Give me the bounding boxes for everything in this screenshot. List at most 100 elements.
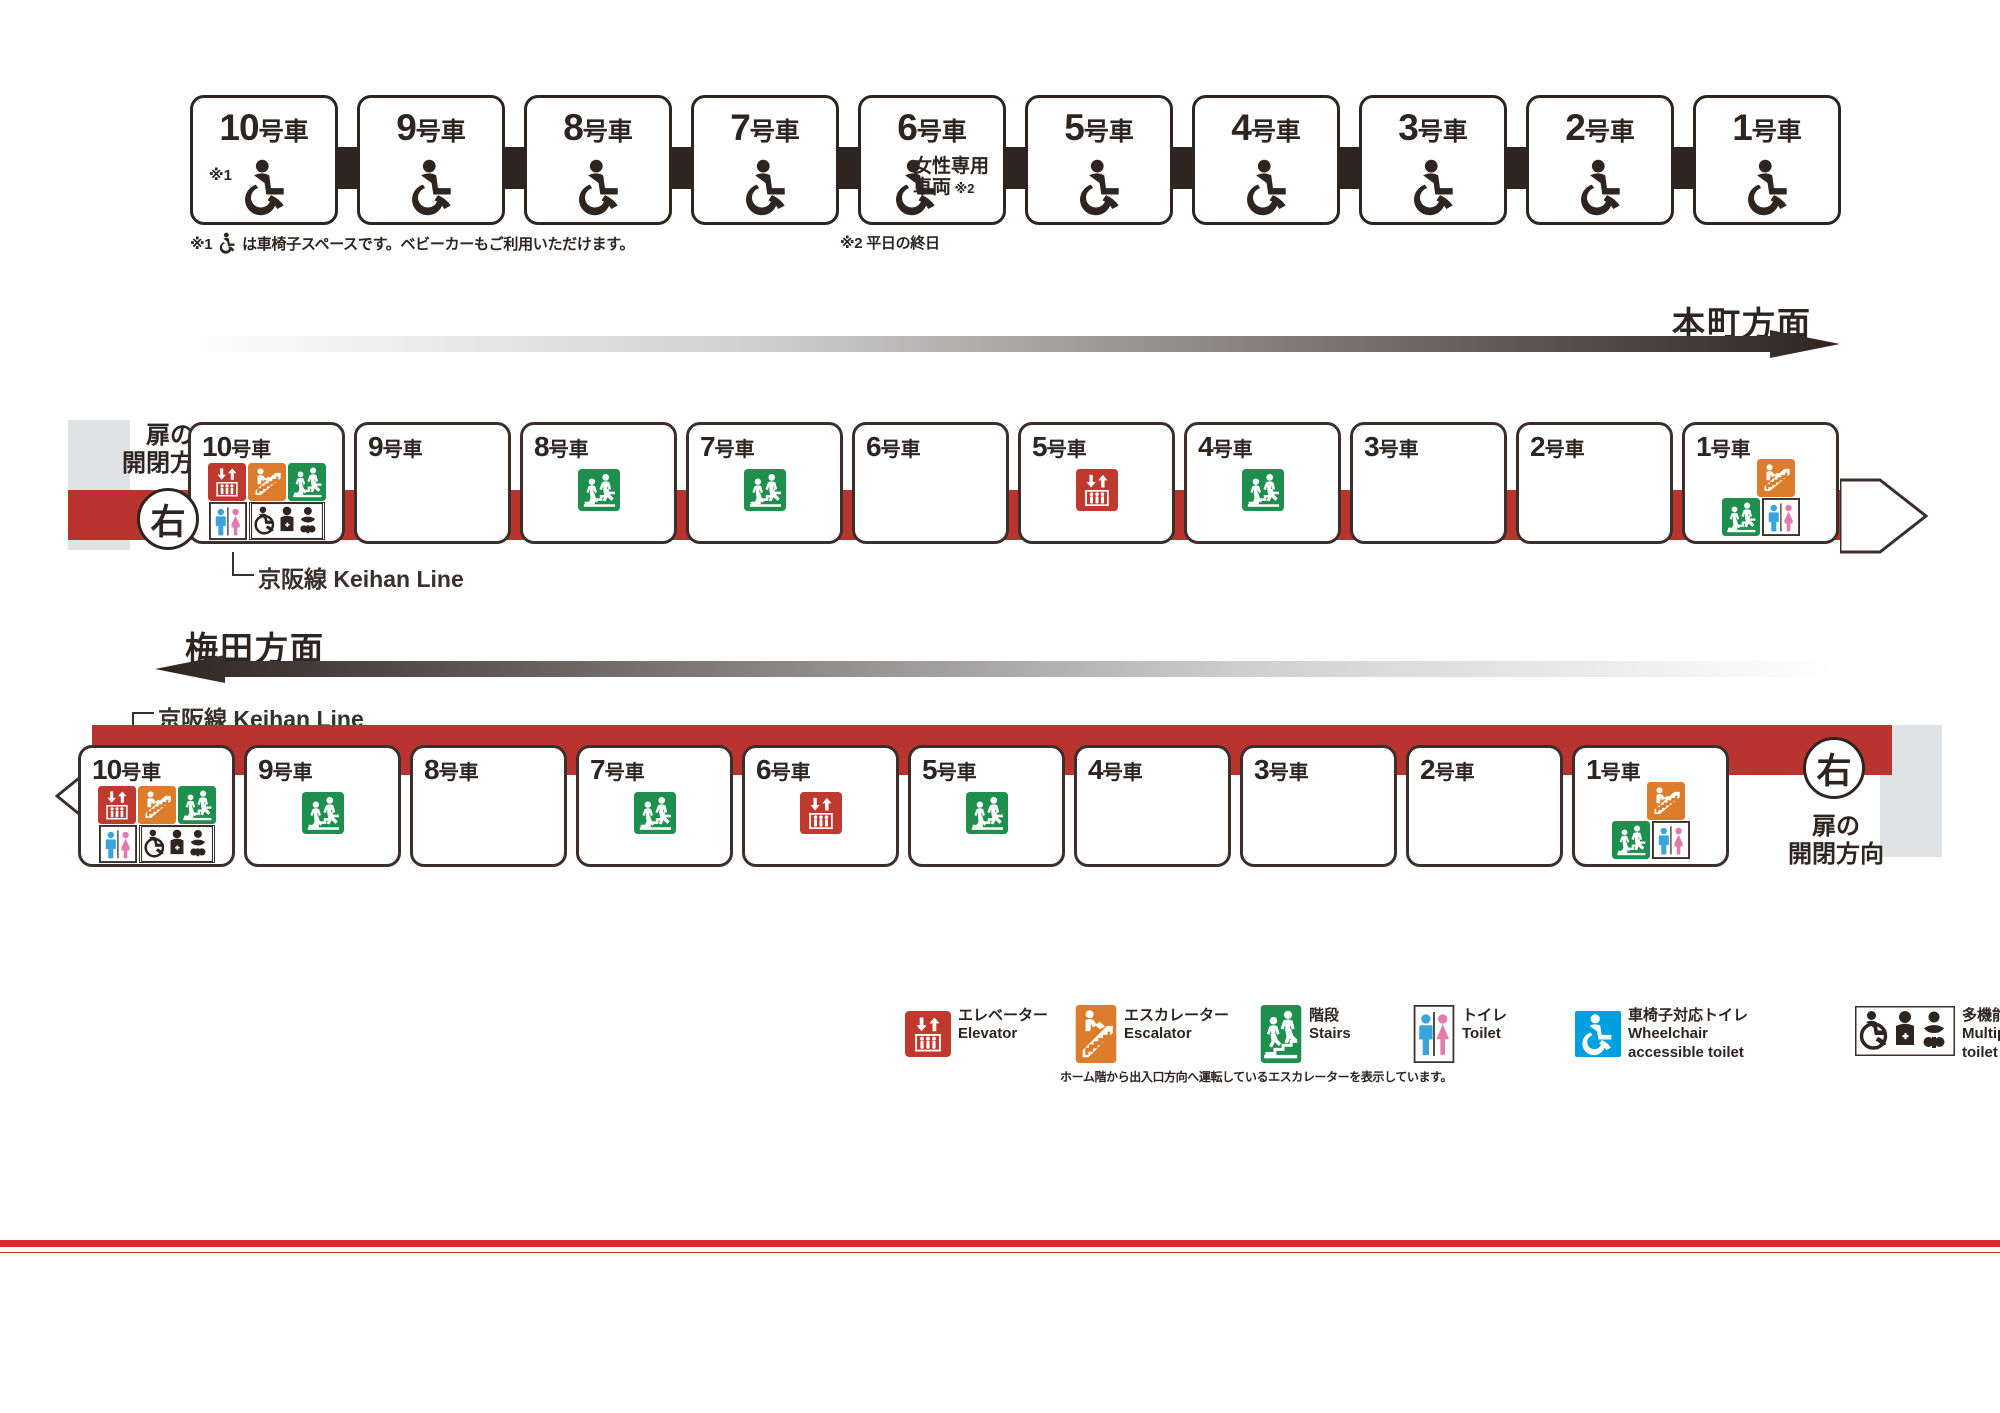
legend-item-stairs: 階段 Stairs: [1260, 1005, 1351, 1063]
wheelchair-space-icon: [1738, 158, 1796, 216]
consist-car-number: 9号車: [396, 107, 466, 148]
platform-lower-car-3: 3号車: [1240, 745, 1397, 867]
footnote-1-mark: ※1: [190, 236, 213, 253]
facility-icons: [302, 792, 344, 834]
platform-upper-car-1: 1号車: [1682, 422, 1839, 544]
platform-car-number: 10号車: [92, 754, 162, 785]
divider-red-top: [0, 1240, 2000, 1247]
platform-upper-honmachi: 扉の 開閉方向 右 10号車 9号車 8号車 7号車 6号車 5号車 4号車 3号車 2号車 1号…: [0, 420, 2000, 560]
legend-item-toilet: トイレ Toilet: [1413, 1005, 1507, 1063]
footnote-wheelchair-space: ※1 は車椅子スペースです。ベビーカーもご利用いただけます。: [190, 232, 634, 254]
platform-car-number: 2号車: [1420, 754, 1475, 785]
consist-car-number: 5号車: [1064, 107, 1134, 148]
station-banner: Osaka Metro 乗降位置案内図 よどやばしえき 淀 屋 橋 駅 YODO…: [0, 1253, 2000, 1413]
wheelchair-space-icon: [1070, 158, 1128, 216]
consist-car-3: 3号車: [1359, 95, 1507, 225]
platform-car-number: 9号車: [368, 431, 423, 462]
wheelchair-space-icon: [235, 158, 293, 216]
platform-car-number: 4号車: [1198, 431, 1253, 462]
escalator-direction-note: ホーム階から出入口方向へ運転しているエスカレーターを表示しています。: [1060, 1070, 1453, 1084]
platform-lower-car-7: 7号車: [576, 745, 733, 867]
platform-car-number: 9号車: [258, 754, 313, 785]
facility-icons: [744, 469, 786, 511]
toilet-icon: [1761, 498, 1800, 536]
multipurpose-toilet-icon: [1855, 1005, 1955, 1057]
stairs-icon: [1612, 821, 1650, 859]
platform-upper-car-3: 3号車: [1350, 422, 1507, 544]
legend-label-jp: トイレ: [1462, 1007, 1508, 1024]
platform-car-number: 4号車: [1088, 754, 1143, 785]
legend-item-escalator: エスカレーター Escalator: [1075, 1005, 1229, 1063]
wheelchair-icon: [216, 232, 238, 254]
platform-upper-car-10: 10号車: [188, 422, 345, 544]
stairs-icon: [634, 792, 676, 834]
platform-lower-car-8: 8号車: [410, 745, 567, 867]
car-note-mark: ※1: [209, 167, 232, 184]
stairs-icon: [1260, 1005, 1302, 1063]
legend-label-en: Escalator: [1124, 1025, 1192, 1043]
footnote-women-only-hours: ※2 平日の終日: [840, 235, 940, 252]
facility-icons: [208, 463, 326, 540]
platform-lower-car-9: 9号車: [244, 745, 401, 867]
stairs-icon: [288, 463, 326, 501]
keihan-connector-upper: [232, 552, 254, 576]
transfer-label-keihan-upper: 京阪線 Keihan Line: [258, 566, 464, 592]
consist-car-7: 7号車: [691, 95, 839, 225]
toilet-icon: [208, 502, 247, 540]
consist-car-5: 5号車: [1025, 95, 1173, 225]
consist-car-number: 10号車: [219, 107, 309, 148]
facility-icons: [1722, 459, 1800, 536]
consist-car-8: 8号車: [524, 95, 672, 225]
stairs-icon: [1722, 498, 1760, 536]
escalator-icon: [1075, 1005, 1117, 1063]
facility-icons: [578, 469, 620, 511]
wheelchair-toilet-icon: [1575, 1005, 1621, 1063]
wheelchair-space-icon: [1571, 158, 1629, 216]
legend-label-jp: 階段: [1309, 1007, 1340, 1024]
door-side-indicator-upper: 右: [137, 488, 199, 550]
stairs-icon: [302, 792, 344, 834]
facility-icons: [966, 792, 1008, 834]
platform-car-number: 5号車: [922, 754, 977, 785]
platform-lower-car-5: 5号車: [908, 745, 1065, 867]
consist-car-4: 4号車: [1192, 95, 1340, 225]
platform-upper-car-7: 7号車: [686, 422, 843, 544]
legend-label-en: Toilet: [1462, 1025, 1501, 1043]
wheelchair-space-icon: [1404, 158, 1462, 216]
facility-icons: [1612, 782, 1690, 859]
platform-lower-car-6: 6号車: [742, 745, 899, 867]
stairs-icon: [578, 469, 620, 511]
door-direction-label-lower: 扉の 開閉方向: [1788, 813, 1884, 868]
legend-label-en-2: accessible toilet: [1628, 1043, 1744, 1061]
platform-upper-car-9: 9号車: [354, 422, 511, 544]
consist-car-1: 1号車: [1693, 95, 1841, 225]
consist-car-number: 4号車: [1231, 107, 1301, 148]
facility-icons: [1242, 469, 1284, 511]
platform-car-number: 8号車: [424, 754, 479, 785]
escalator-icon: [138, 786, 176, 824]
stairs-icon: [178, 786, 216, 824]
direction-arrow-right: [180, 330, 1840, 358]
facility-icons: [800, 792, 842, 834]
multipurpose-toilet-icon: [138, 825, 215, 863]
platform-upper-car-6: 6号車: [852, 422, 1009, 544]
stairs-icon: [1242, 469, 1284, 511]
facility-icons: [98, 786, 216, 863]
platform-car-number: 2号車: [1530, 431, 1585, 462]
toilet-icon: [1413, 1005, 1455, 1063]
legend-item-elevator: エレベーター Elevator: [905, 1005, 1048, 1063]
platform-car-number: 7号車: [700, 431, 755, 462]
toilet-icon: [1651, 821, 1690, 859]
legend-label-en: Elevator: [958, 1025, 1018, 1043]
platform-car-number: 3号車: [1364, 431, 1419, 462]
footnote-1-text: は車椅子スペースです。ベビーカーもご利用いただけます。: [242, 236, 635, 253]
platform-upper-car-5: 5号車: [1018, 422, 1175, 544]
legend-label-jp: 車椅子対応トイレ: [1628, 1007, 1749, 1024]
women-only-car-label: 女性専用 車両 ※2: [913, 156, 990, 199]
escalator-icon: [1757, 459, 1795, 497]
consist-car-number: 6号車: [897, 107, 967, 148]
platform-car-number: 10号車: [202, 431, 272, 462]
legend-label-en-1: Multipurpose: [1962, 1025, 2000, 1043]
direction-arrow-left: [155, 655, 1835, 683]
legend-item-wheelchair-toilet: 車椅子対応トイレ Wheelchair accessible toilet: [1575, 1005, 1748, 1063]
